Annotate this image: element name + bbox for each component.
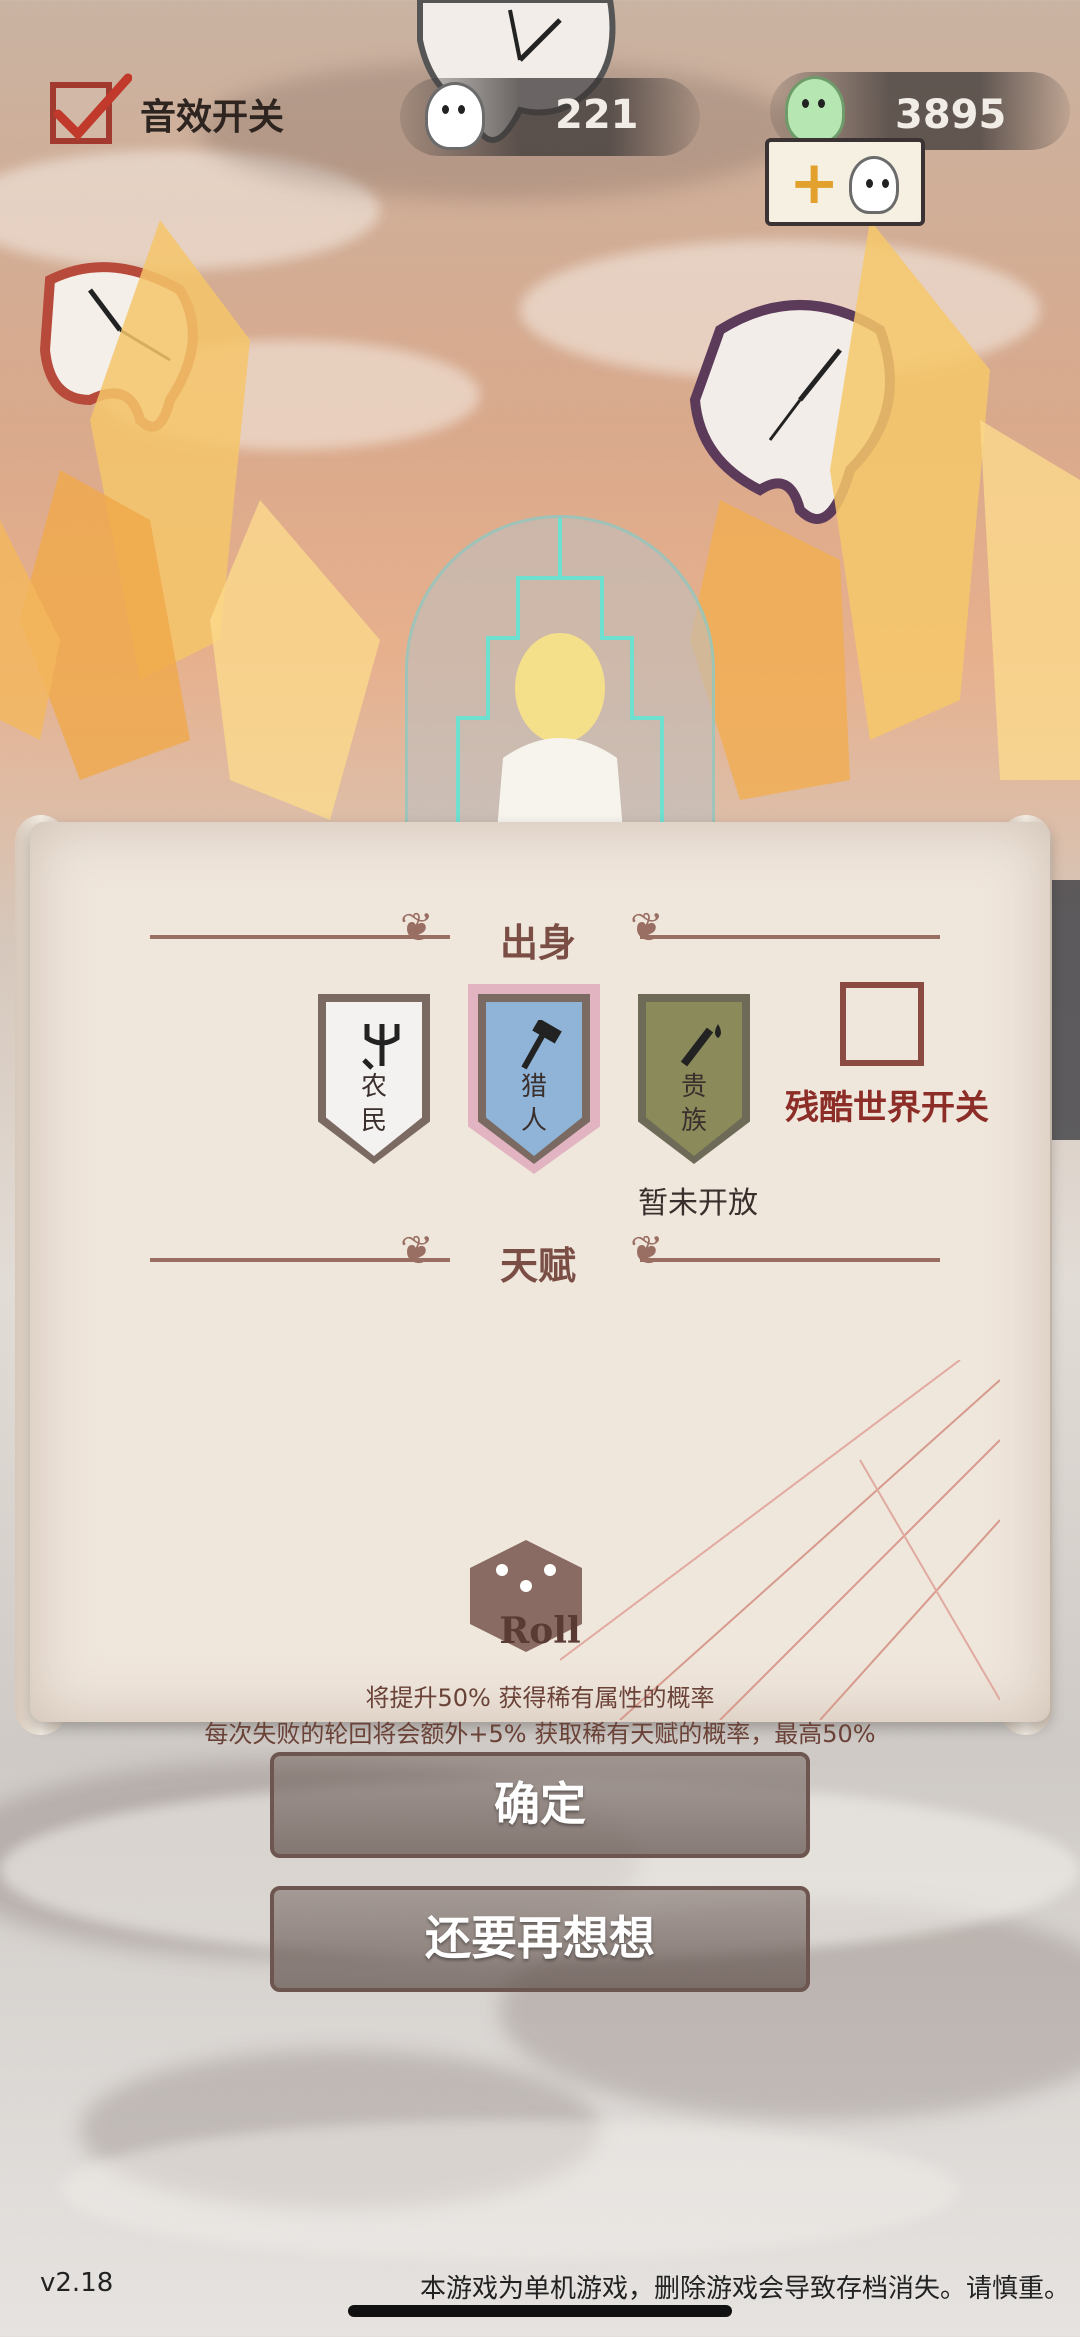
reconsider-button[interactable]: 还要再想想 [270,1886,810,1992]
save-warning-note: 本游戏为单机游戏，删除游戏会导致存档消失。请慎重。 [419,2274,1070,2304]
crystal-cluster-left [0,220,380,820]
dagger-icon [680,1024,721,1067]
origin-divider-right [640,935,940,939]
divider-ornament-icon: ❦ [630,1228,664,1274]
divider-ornament-icon: ❦ [400,1228,434,1274]
farmer-label-line2: 民 [360,1106,387,1136]
white-soul-icon [425,82,485,150]
cruel-world-label: 残酷世界开关 [785,1088,989,1128]
noble-label-line1: 贵 [680,1072,707,1102]
sound-toggle-label: 音效开关 [140,97,285,138]
confirm-button[interactable]: 确定 [270,1752,810,1858]
hunter-label-line1: 猎 [520,1072,547,1102]
divider-ornament-icon: ❦ [400,905,434,951]
decorative-red-lines [560,1360,1000,1720]
white-soul-icon [849,156,899,214]
pitchfork-icon [362,1024,400,1070]
roll-description-2: 每次失败的轮回将会额外+5% 获取稀有天赋的概率，最高50% [204,1720,876,1748]
talent-divider-right [640,1258,940,1262]
checkmark-icon [53,73,132,140]
roll-button[interactable]: Roll [0,1610,1080,1652]
noble-not-available-label: 暂未开放 [638,1186,758,1221]
farmer-label-line1: 农 [360,1072,387,1102]
plus-icon: + [789,148,840,218]
roll-description-1: 将提升50% 获得稀有属性的概率 [365,1684,715,1712]
talent-title: 天赋 [500,1244,577,1288]
version-label: v2.18 [40,2268,114,2298]
white-soul-count: 221 [555,92,639,138]
sound-toggle-checkbox[interactable] [50,73,132,144]
origin-title: 出身 [500,921,577,965]
hunter-label-line2: 人 [520,1106,547,1136]
noble-label-line2: 族 [680,1106,707,1136]
add-soul-button[interactable]: + [765,138,925,226]
cruel-world-checkbox[interactable] [840,982,924,1066]
divider-ornament-icon: ❦ [630,905,664,951]
green-soul-count: 3895 [895,92,1007,138]
green-soul-icon [785,76,845,144]
crystal-cluster-right [690,220,1080,800]
hammer-icon [521,1020,562,1070]
home-indicator[interactable] [348,2305,732,2317]
